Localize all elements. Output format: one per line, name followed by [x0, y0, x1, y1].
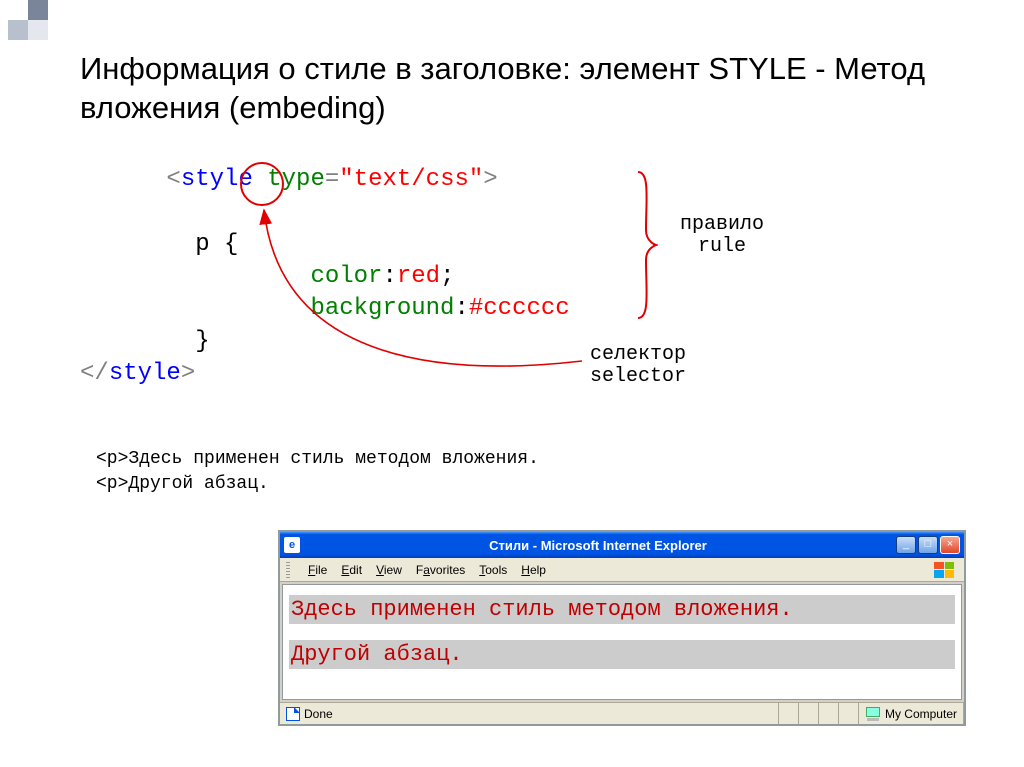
- tag-style-open: style: [181, 166, 253, 193]
- equals: =: [325, 166, 339, 193]
- val-cccccc: #cccccc: [469, 295, 570, 322]
- brace-open: {: [224, 231, 238, 258]
- status-zone: My Computer: [885, 707, 957, 721]
- minimize-button[interactable]: _: [896, 536, 916, 554]
- toolbar-handle-icon[interactable]: [286, 562, 290, 578]
- brace-close: }: [195, 328, 209, 355]
- ie-statusbar: Done My Computer: [280, 702, 964, 724]
- attr-type: type: [267, 166, 325, 193]
- end-angle-close: >: [181, 360, 195, 387]
- example-line-2: <p>Другой абзац.: [96, 472, 954, 497]
- status-done: Done: [304, 707, 333, 721]
- ie-window-title: Стили - Microsoft Internet Explorer: [304, 538, 892, 553]
- menu-view[interactable]: View: [376, 563, 402, 577]
- example-html-block: <p>Здесь применен стиль методом вложения…: [96, 447, 954, 497]
- menu-edit[interactable]: Edit: [341, 563, 362, 577]
- angle-open: <: [166, 166, 180, 193]
- my-computer-icon: [865, 707, 881, 721]
- maximize-button[interactable]: □: [918, 536, 938, 554]
- prop-background: background: [310, 295, 454, 322]
- ie-app-icon: e: [284, 537, 300, 553]
- rendered-paragraph-2: Другой абзац.: [289, 640, 955, 669]
- menu-help[interactable]: Help: [521, 563, 546, 577]
- rendered-paragraph-1: Здесь применен стиль методом вложения.: [289, 595, 955, 624]
- label-rule: правило rule: [680, 214, 764, 258]
- ie-window: e Стили - Microsoft Internet Explorer _ …: [278, 530, 966, 726]
- prop-color: color: [310, 263, 382, 290]
- val-red: red: [397, 263, 440, 290]
- attr-value: "text/css": [339, 166, 483, 193]
- selector-p: p: [195, 231, 209, 258]
- ie-titlebar[interactable]: e Стили - Microsoft Internet Explorer _ …: [280, 532, 964, 558]
- code-block: <style type="text/css"> p { color:red; b…: [80, 132, 954, 391]
- windows-logo-icon: [930, 559, 958, 581]
- menu-tools[interactable]: Tools: [479, 563, 507, 577]
- tag-style-close: style: [109, 360, 181, 387]
- angle-close: >: [483, 166, 497, 193]
- end-angle-open: </: [80, 360, 109, 387]
- ie-menubar: File Edit View Favorites Tools Help: [280, 558, 964, 582]
- ie-content-area: Здесь применен стиль методом вложения. Д…: [282, 584, 962, 700]
- label-selector: селектор selector: [590, 344, 686, 388]
- page-icon: [286, 707, 300, 721]
- menu-favorites[interactable]: Favorites: [416, 563, 465, 577]
- slide-title: Информация о стиле в заголовке: элемент …: [80, 50, 954, 128]
- close-button[interactable]: ×: [940, 536, 960, 554]
- menu-file[interactable]: File: [308, 563, 327, 577]
- example-line-1: <p>Здесь применен стиль методом вложения…: [96, 447, 954, 472]
